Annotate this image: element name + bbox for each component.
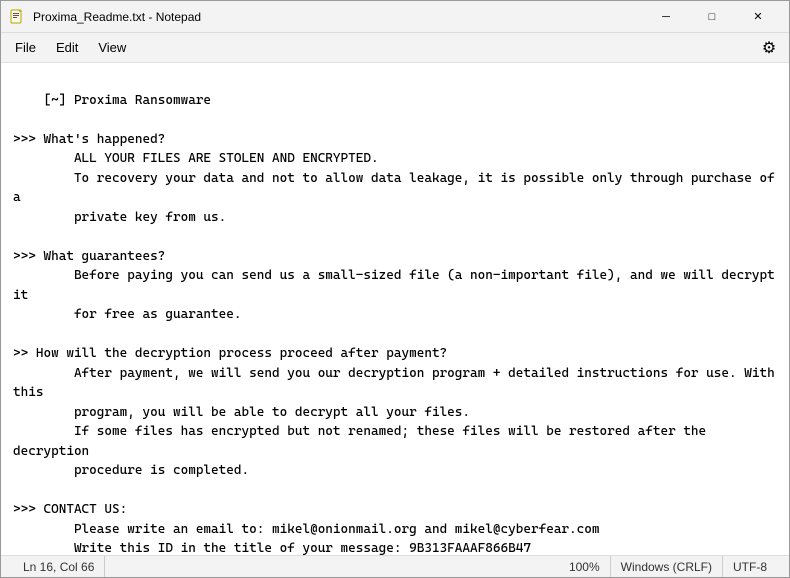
text-editor[interactable]: [~] Proxima Ransomware >>> What's happen…: [1, 63, 789, 555]
menubar: File Edit View ⚙: [1, 33, 789, 63]
encoding: UTF-8: [723, 556, 777, 577]
notepad-window: Proxima_Readme.txt - Notepad ─ □ ✕ File …: [0, 0, 790, 578]
gear-icon: ⚙: [762, 38, 776, 58]
maximize-button[interactable]: □: [689, 1, 735, 33]
view-menu[interactable]: View: [88, 36, 136, 59]
zoom-level: 100%: [559, 556, 611, 577]
window-title: Proxima_Readme.txt - Notepad: [33, 10, 643, 24]
settings-icon[interactable]: ⚙: [753, 34, 785, 62]
cursor-position: Ln 16, Col 66: [13, 556, 105, 577]
statusbar: Ln 16, Col 66 100% Windows (CRLF) UTF-8: [1, 555, 789, 577]
line-ending: Windows (CRLF): [611, 556, 723, 577]
app-icon: [9, 9, 25, 25]
titlebar: Proxima_Readme.txt - Notepad ─ □ ✕: [1, 1, 789, 33]
minimize-button[interactable]: ─: [643, 1, 689, 33]
edit-menu[interactable]: Edit: [46, 36, 88, 59]
window-controls: ─ □ ✕: [643, 1, 781, 33]
file-menu[interactable]: File: [5, 36, 46, 59]
close-button[interactable]: ✕: [735, 1, 781, 33]
editor-content: [~] Proxima Ransomware >>> What's happen…: [13, 93, 782, 556]
